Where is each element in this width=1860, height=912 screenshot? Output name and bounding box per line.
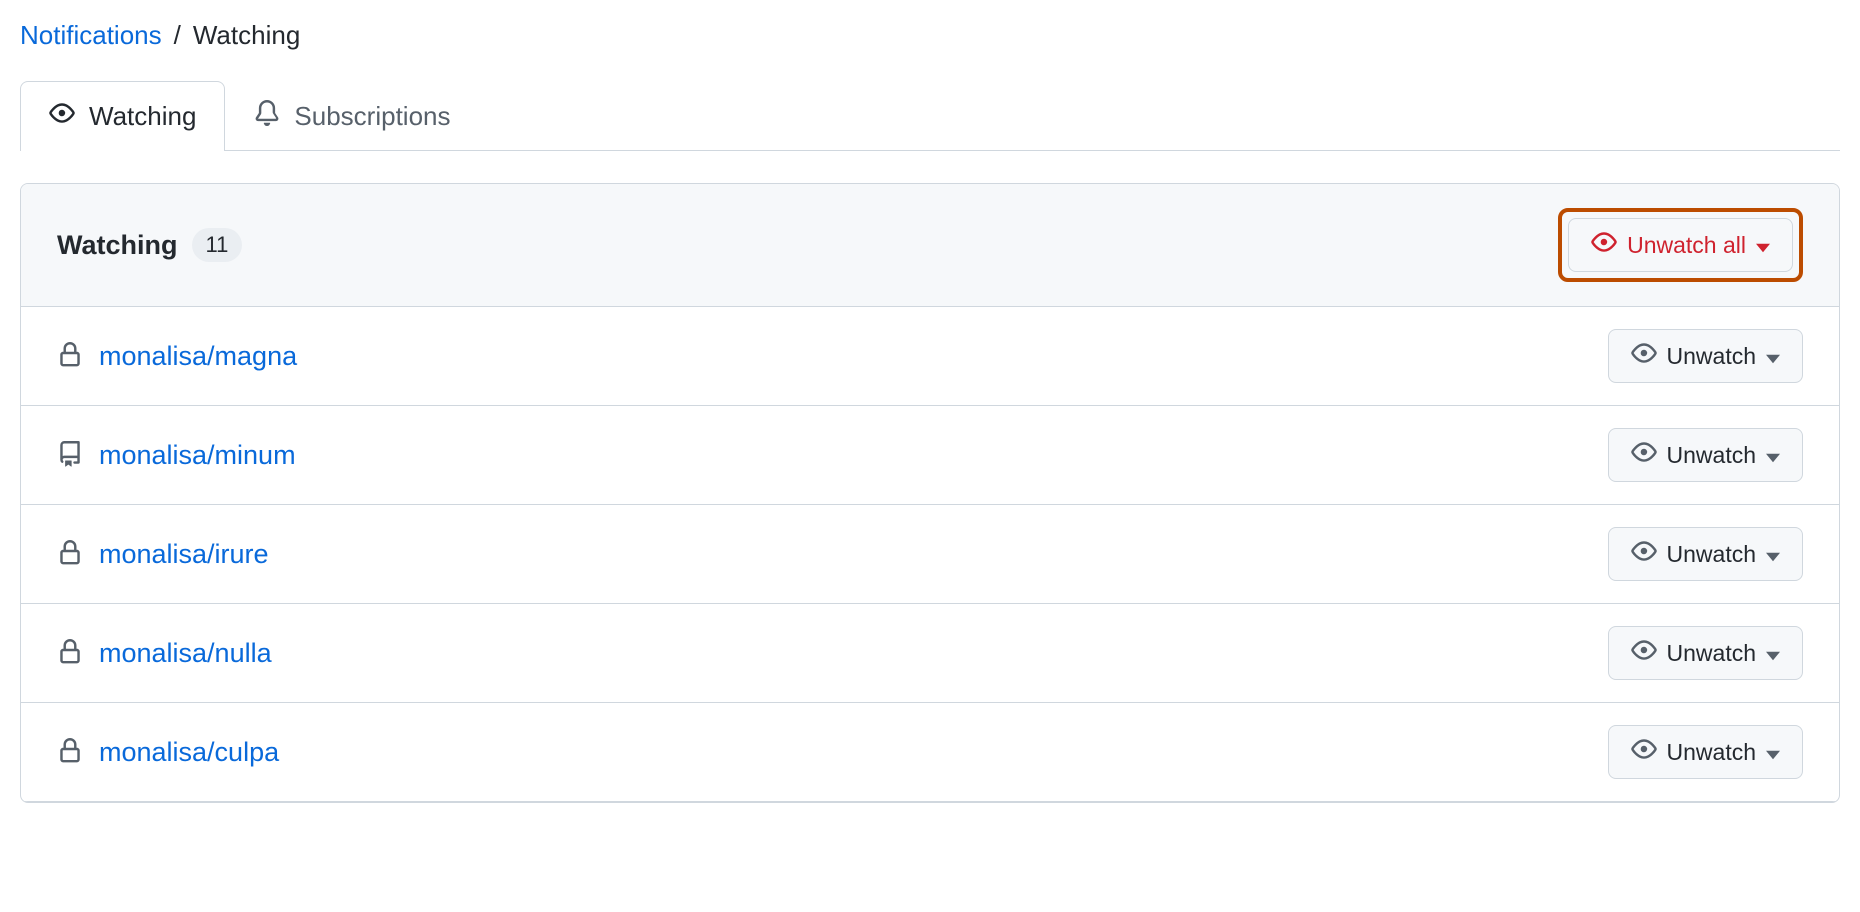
unwatch-label: Unwatch [1667, 640, 1756, 667]
eye-icon [1631, 538, 1657, 570]
repo-item: monalisa/nulla Unwatch [21, 604, 1839, 703]
repo-info: monalisa/minum [57, 440, 296, 471]
breadcrumb-current: Watching [193, 20, 300, 51]
panel-title: Watching [57, 230, 178, 261]
repo-link[interactable]: monalisa/irure [99, 539, 269, 570]
repo-link[interactable]: monalisa/nulla [99, 638, 272, 669]
caret-down-icon [1766, 541, 1780, 568]
unwatch-label: Unwatch [1667, 343, 1756, 370]
eye-icon [1631, 736, 1657, 768]
repo-link[interactable]: monalisa/minum [99, 440, 296, 471]
tab-watching[interactable]: Watching [20, 81, 225, 151]
tab-watching-label: Watching [89, 101, 196, 132]
panel-header: Watching 11 Unwatch all [21, 184, 1839, 307]
repo-list: monalisa/magna Unwatch monalisa/minum [21, 307, 1839, 802]
repo-item: monalisa/culpa Unwatch [21, 703, 1839, 802]
repo-item: monalisa/minum Unwatch [21, 406, 1839, 505]
unwatch-label: Unwatch [1667, 442, 1756, 469]
lock-icon [57, 540, 83, 569]
repo-info: monalisa/culpa [57, 737, 279, 768]
repo-info: monalisa/irure [57, 539, 269, 570]
unwatch-button[interactable]: Unwatch [1608, 626, 1803, 680]
lock-icon [57, 342, 83, 371]
watching-panel: Watching 11 Unwatch all monalisa/magna [20, 183, 1840, 803]
eye-icon [1631, 439, 1657, 471]
eye-icon [49, 100, 75, 133]
repo-item: monalisa/irure Unwatch [21, 505, 1839, 604]
lock-icon [57, 738, 83, 767]
tab-subscriptions[interactable]: Subscriptions [225, 81, 479, 151]
caret-down-icon [1766, 739, 1780, 766]
panel-title-group: Watching 11 [57, 228, 242, 262]
unwatch-button[interactable]: Unwatch [1608, 725, 1803, 779]
unwatch-all-label: Unwatch all [1627, 232, 1746, 259]
bell-icon [254, 100, 280, 133]
caret-down-icon [1766, 640, 1780, 667]
breadcrumb-link-notifications[interactable]: Notifications [20, 20, 162, 51]
repo-info: monalisa/nulla [57, 638, 272, 669]
eye-icon [1591, 229, 1617, 261]
lock-icon [57, 639, 83, 668]
breadcrumb-separator: / [174, 20, 181, 51]
unwatch-all-highlight: Unwatch all [1558, 208, 1803, 282]
repo-icon [57, 441, 83, 470]
unwatch-button[interactable]: Unwatch [1608, 428, 1803, 482]
breadcrumb: Notifications / Watching [20, 20, 1840, 51]
caret-down-icon [1756, 232, 1770, 259]
tab-bar: Watching Subscriptions [20, 81, 1840, 151]
unwatch-button[interactable]: Unwatch [1608, 527, 1803, 581]
repo-info: monalisa/magna [57, 341, 297, 372]
caret-down-icon [1766, 442, 1780, 469]
eye-icon [1631, 340, 1657, 372]
watching-count-badge: 11 [192, 228, 243, 262]
eye-icon [1631, 637, 1657, 669]
repo-item: monalisa/magna Unwatch [21, 307, 1839, 406]
unwatch-label: Unwatch [1667, 541, 1756, 568]
caret-down-icon [1766, 343, 1780, 370]
unwatch-button[interactable]: Unwatch [1608, 329, 1803, 383]
tab-subscriptions-label: Subscriptions [294, 101, 450, 132]
repo-link[interactable]: monalisa/magna [99, 341, 297, 372]
repo-link[interactable]: monalisa/culpa [99, 737, 279, 768]
unwatch-label: Unwatch [1667, 739, 1756, 766]
unwatch-all-button[interactable]: Unwatch all [1568, 218, 1793, 272]
